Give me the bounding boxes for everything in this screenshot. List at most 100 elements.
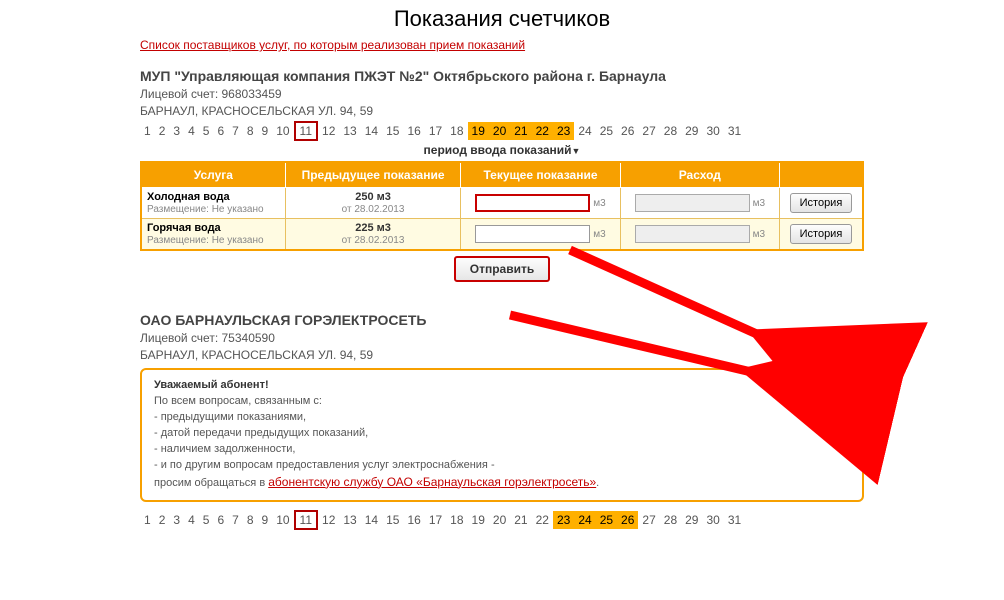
day-cell[interactable]: 18: [446, 122, 467, 140]
day-cell[interactable]: 10: [272, 122, 293, 140]
day-cell[interactable]: 29: [681, 122, 702, 140]
col-actions: [779, 162, 863, 188]
day-cell[interactable]: 31: [724, 511, 745, 529]
day-strip-1: 1234567891011121314151617181920212223242…: [140, 121, 864, 141]
day-cell[interactable]: 8: [243, 122, 258, 140]
day-cell[interactable]: 22: [532, 511, 553, 529]
day-cell[interactable]: 27: [638, 511, 659, 529]
day-strip-2: 1234567891011121314151617181920212223242…: [140, 510, 864, 530]
meter-block-1: МУП "Управляющая компания ПЖЭТ №2" Октяб…: [140, 68, 864, 282]
day-cell[interactable]: 28: [660, 122, 681, 140]
day-cell[interactable]: 13: [339, 122, 360, 140]
day-cell[interactable]: 5: [199, 122, 214, 140]
day-cell[interactable]: 3: [169, 122, 184, 140]
service-name: Горячая вода: [147, 222, 221, 234]
address: БАРНАУЛ, КРАСНОСЕЛЬСКАЯ УЛ. 94, 59: [140, 348, 864, 362]
day-cell[interactable]: 31: [724, 122, 745, 140]
send-button[interactable]: Отправить: [454, 256, 550, 282]
day-cell[interactable]: 20: [489, 122, 510, 140]
day-cell[interactable]: 19: [468, 511, 489, 529]
day-cell[interactable]: 8: [243, 511, 258, 529]
address: БАРНАУЛ, КРАСНОСЕЛЬСКАЯ УЛ. 94, 59: [140, 104, 864, 118]
history-button[interactable]: История: [790, 224, 853, 244]
day-cell[interactable]: 4: [184, 511, 199, 529]
notice-title: Уважаемый абонент!: [154, 379, 269, 391]
day-cell[interactable]: 28: [660, 511, 681, 529]
service-name: Холодная вода: [147, 191, 230, 203]
day-cell[interactable]: 22: [532, 122, 553, 140]
day-cell[interactable]: 21: [510, 511, 531, 529]
day-cell[interactable]: 16: [403, 511, 424, 529]
unit: м3: [753, 198, 765, 209]
day-cell[interactable]: 5: [199, 511, 214, 529]
day-cell[interactable]: 26: [617, 122, 638, 140]
day-cell[interactable]: 17: [425, 511, 446, 529]
day-cell[interactable]: 1: [140, 511, 155, 529]
notice-link[interactable]: абонентскую службу ОАО «Барнаульская гор…: [268, 475, 596, 489]
day-cell[interactable]: 13: [339, 511, 360, 529]
history-button[interactable]: История: [790, 193, 853, 213]
day-cell[interactable]: 23: [553, 122, 574, 140]
day-cell[interactable]: 10: [272, 511, 293, 529]
day-cell[interactable]: 2: [155, 122, 170, 140]
day-cell[interactable]: 30: [702, 122, 723, 140]
day-cell[interactable]: 26: [617, 511, 638, 529]
notice-line: - предыдущими показаниями,: [154, 411, 306, 423]
day-cell[interactable]: 4: [184, 122, 199, 140]
notice-box: Уважаемый абонент! По всем вопросам, свя…: [140, 368, 864, 502]
day-cell[interactable]: 21: [510, 122, 531, 140]
period-label: период ввода показаний▼: [140, 143, 864, 157]
day-cell[interactable]: 24: [574, 511, 595, 529]
day-cell[interactable]: 15: [382, 122, 403, 140]
day-cell[interactable]: 11: [294, 510, 318, 530]
col-prev: Предыдущее показание: [285, 162, 461, 188]
day-cell[interactable]: 18: [446, 511, 467, 529]
spent-output: [635, 194, 750, 212]
day-cell[interactable]: 14: [361, 511, 382, 529]
current-reading-input[interactable]: [475, 225, 590, 243]
day-cell[interactable]: 24: [574, 122, 595, 140]
day-cell[interactable]: 14: [361, 122, 382, 140]
notice-tail: .: [596, 477, 599, 489]
day-cell[interactable]: 19: [468, 122, 489, 140]
account-number: Лицевой счет: 968033459: [140, 87, 864, 101]
day-cell[interactable]: 7: [228, 511, 243, 529]
day-cell[interactable]: 6: [213, 122, 228, 140]
unit: м3: [593, 198, 605, 209]
day-cell[interactable]: 7: [228, 122, 243, 140]
day-cell[interactable]: 25: [596, 122, 617, 140]
notice-line: - и по другим вопросам предоставления ус…: [154, 459, 495, 471]
day-cell[interactable]: 3: [169, 511, 184, 529]
page-title: Показания счетчиков: [140, 6, 864, 32]
notice-line: - наличием задолженности,: [154, 443, 295, 455]
day-cell[interactable]: 25: [596, 511, 617, 529]
current-reading-input[interactable]: [475, 194, 590, 212]
day-cell[interactable]: 20: [489, 511, 510, 529]
prev-value: 250 м3: [355, 191, 391, 203]
day-cell[interactable]: 16: [403, 122, 424, 140]
day-cell[interactable]: 1: [140, 122, 155, 140]
notice-line: просим обращаться в: [154, 477, 268, 489]
notice-line: По всем вопросам, связанным с:: [154, 395, 322, 407]
day-cell[interactable]: 30: [702, 511, 723, 529]
day-cell[interactable]: 12: [318, 122, 339, 140]
day-cell[interactable]: 2: [155, 511, 170, 529]
prev-value: 225 м3: [355, 222, 391, 234]
day-cell[interactable]: 29: [681, 511, 702, 529]
providers-link[interactable]: Список поставщиков услуг, по которым реа…: [140, 38, 525, 52]
placement: Размещение: Не указано: [147, 204, 264, 215]
account-number: Лицевой счет: 75340590: [140, 331, 864, 345]
day-cell[interactable]: 11: [294, 121, 318, 141]
prev-date: от 28.02.2013: [342, 204, 405, 215]
notice-line: - датой передачи предыдущих показаний,: [154, 427, 368, 439]
day-cell[interactable]: 9: [258, 511, 273, 529]
day-cell[interactable]: 17: [425, 122, 446, 140]
day-cell[interactable]: 15: [382, 511, 403, 529]
day-cell[interactable]: 9: [258, 122, 273, 140]
day-cell[interactable]: 27: [638, 122, 659, 140]
day-cell[interactable]: 23: [553, 511, 574, 529]
day-cell[interactable]: 6: [213, 511, 228, 529]
day-cell[interactable]: 12: [318, 511, 339, 529]
table-row: Горячая водаРазмещение: Не указано 225 м…: [141, 219, 863, 251]
col-service: Услуга: [141, 162, 285, 188]
